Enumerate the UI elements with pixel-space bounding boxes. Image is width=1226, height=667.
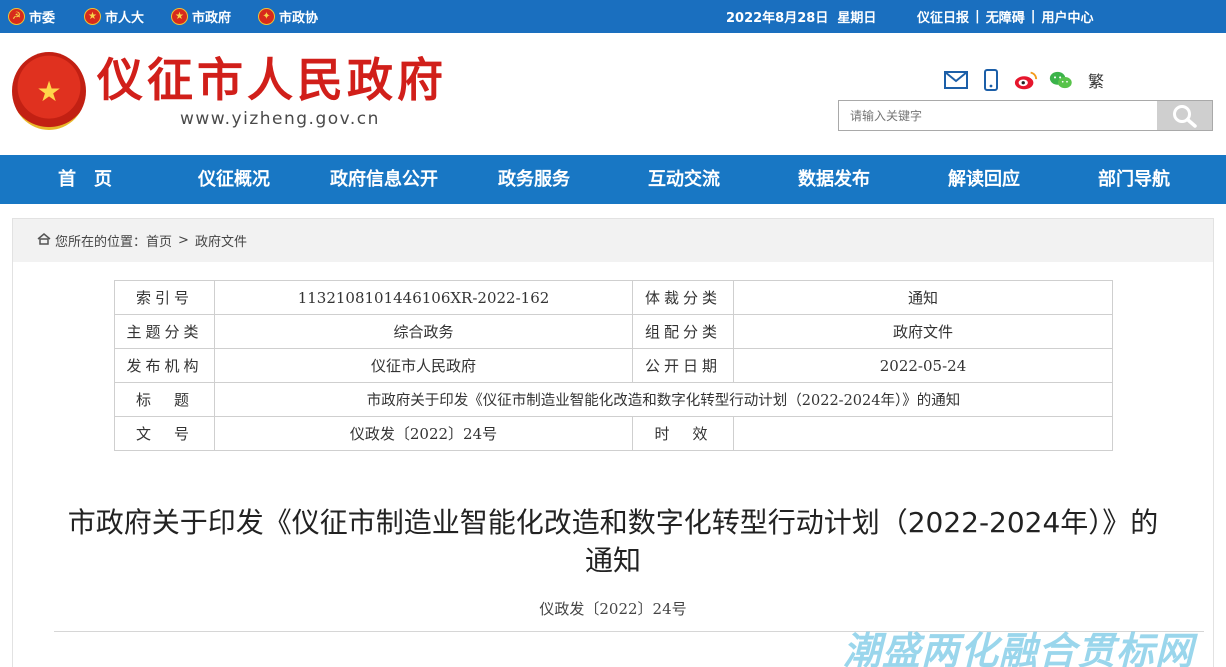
link-user-center[interactable]: 用户中心 [1042,7,1094,26]
nav-item-interaction[interactable]: 互动交流 [648,155,720,204]
document-title: 市政府关于印发《仪征市制造业智能化改造和数字化转型行动计划（2022-2024年… [14,504,1212,580]
national-emblem-logo[interactable]: ★ [12,52,86,130]
document-title-line: 市政府关于印发《仪征市制造业智能化改造和数字化转型行动计划（2022-2024年… [67,506,1159,539]
link-yizheng-daily[interactable]: 仪征日报 [917,7,969,26]
nav-item-services[interactable]: 政务服务 [498,155,570,204]
breadcrumb-home[interactable]: 首页 [146,231,172,250]
meta-label: 公开日期 [632,348,734,383]
mail-icon[interactable] [944,69,968,91]
nav-item-overview[interactable]: 仪征概况 [198,155,270,204]
meta-value [733,416,1113,451]
table-row: 索引号 1132108101446106XR-2022-162 体裁分类 通知 [114,280,1113,315]
topbar-date: 2022年8月28日 星期日 [726,0,876,33]
meta-value: 2022-05-24 [733,348,1113,383]
search-input[interactable] [839,101,1157,130]
meta-value: 通知 [733,280,1113,315]
home-icon [37,232,51,249]
topbar-link-label[interactable]: 市委 [29,7,55,26]
meta-label: 体裁分类 [632,280,734,315]
breadcrumb-prefix: 您所在的位置： [55,235,147,250]
meta-value: 政府文件 [733,314,1113,349]
date-text: 2022年8月28日 [726,11,829,26]
weibo-icon[interactable] [1014,69,1038,91]
watermark: 潮盛两化融合贯标网 [843,629,1195,667]
top-bar: ☭ 市委 ★ 市人大 ★ 市政府 ✦ 市政协 2022年8月28日 星期日 仪征… [0,0,1226,33]
topbar-link-label[interactable]: 市政府 [192,7,231,26]
meta-label: 时 效 [632,416,734,451]
table-row: 标 题 市政府关于印发《仪征市制造业智能化改造和数字化转型行动计划（2022-2… [114,382,1113,417]
document-meta-table: 索引号 1132108101446106XR-2022-162 体裁分类 通知 … [114,280,1113,451]
breadcrumb-separator: > [178,233,189,248]
topbar-link-label[interactable]: 市政协 [279,7,318,26]
table-row: 主题分类 综合政务 组配分类 政府文件 [114,314,1113,349]
meta-label: 发布机构 [114,348,215,383]
nav-item-info-disclosure[interactable]: 政府信息公开 [330,155,438,204]
meta-value: 市政府关于印发《仪征市制造业智能化改造和数字化转型行动计划（2022-2024年… [214,382,1113,417]
search-icon [1172,104,1197,128]
meta-value: 仪政发〔2022〕24号 [214,416,633,451]
mobile-icon[interactable] [979,69,1003,91]
breadcrumb-current[interactable]: 政府文件 [195,231,247,250]
document-number: 仪政发〔2022〕24号 [539,600,687,618]
meta-label: 组配分类 [632,314,734,349]
meta-label: 文 号 [114,416,215,451]
breadcrumb: 您所在的位置： 首页 > 政府文件 [13,219,1213,262]
search-box [838,100,1213,131]
cppcc-emblem-icon: ✦ [258,8,275,25]
table-row: 发布机构 仪征市人民政府 公开日期 2022-05-24 [114,348,1113,383]
separator: | [975,9,980,24]
wechat-icon[interactable] [1049,69,1073,91]
nav-item-data[interactable]: 数据发布 [798,155,870,204]
nav-item-interpretation[interactable]: 解读回应 [948,155,1020,204]
topbar-link-government[interactable]: ★ 市政府 [171,0,231,33]
meta-value: 仪征市人民政府 [214,348,633,383]
topbar-right-links: 仪征日报 | 无障碍 | 用户中心 [917,0,1094,33]
meta-label: 标 题 [114,382,215,417]
party-emblem-icon: ☭ [8,8,25,25]
nav-item-departments[interactable]: 部门导航 [1098,155,1170,204]
separator: | [1030,9,1036,24]
topbar-link-party[interactable]: ☭ 市委 [8,0,55,33]
meta-value: 综合政务 [214,314,633,349]
nav-item-home[interactable]: 首 页 [58,155,112,204]
header-icons: 繁 [944,67,1104,93]
search-button[interactable] [1157,101,1212,130]
site-header: ★ 仪征市人民政府 www.yizheng.gov.cn 繁 [0,33,1226,155]
topbar-link-label[interactable]: 市人大 [105,7,144,26]
site-url: www.yizheng.gov.cn [180,109,380,129]
meta-label: 主题分类 [114,314,215,349]
link-accessibility[interactable]: 无障碍 [986,7,1025,26]
national-emblem-icon: ★ [171,8,188,25]
national-emblem-icon: ★ [84,8,101,25]
main-nav: 首 页 仪征概况 政府信息公开 政务服务 互动交流 数据发布 解读回应 部门导航 [0,155,1226,204]
meta-label: 索引号 [114,280,215,315]
document-title-line: 通知 [584,544,641,577]
weekday-text: 星期日 [837,11,877,26]
traditional-chinese-toggle[interactable]: 繁 [1088,68,1104,92]
table-row: 文 号 仪政发〔2022〕24号 时 效 [114,416,1113,451]
site-title[interactable]: 仪征市人民政府 [97,53,447,107]
meta-value: 1132108101446106XR-2022-162 [214,280,633,315]
topbar-link-cppcc[interactable]: ✦ 市政协 [258,0,318,33]
topbar-link-congress[interactable]: ★ 市人大 [84,0,144,33]
